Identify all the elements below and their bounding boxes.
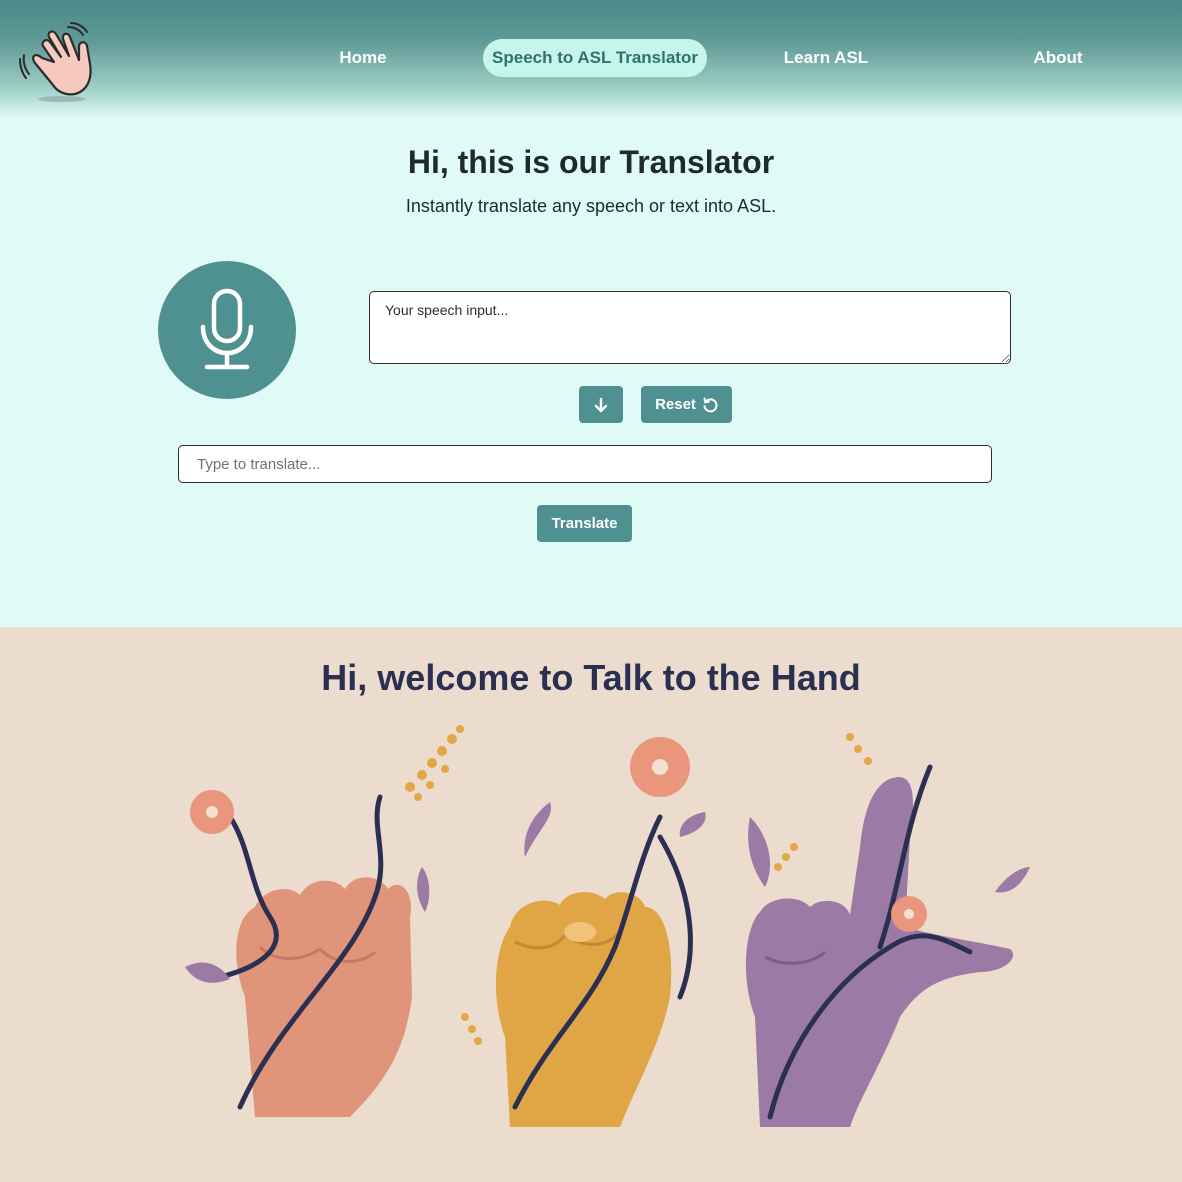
waving-hand-icon[interactable]: [16, 22, 98, 104]
gold-fist-illustration: [461, 737, 706, 1127]
peach-hand-illustration: [185, 725, 464, 1117]
welcome-title: Hi, welcome to Talk to the Hand: [321, 657, 861, 698]
speech-input[interactable]: [369, 291, 1011, 364]
page-subtitle: Instantly translate any speech or text i…: [405, 196, 777, 216]
type-to-translate-input[interactable]: [178, 445, 992, 483]
arrow-down-icon: [594, 397, 608, 412]
reset-button[interactable]: Reset: [641, 386, 732, 423]
navbar: Home Speech to ASL Translator Learn ASL …: [0, 0, 1182, 118]
hands-illustration: [185, 725, 1030, 1127]
reset-button-label: Reset: [655, 396, 696, 413]
translate-button[interactable]: Translate: [537, 505, 632, 542]
microphone-button[interactable]: [158, 261, 296, 399]
arrow-down-button[interactable]: [579, 386, 623, 423]
nav-home[interactable]: Home: [318, 39, 408, 77]
welcome-section: Hi, welcome to Talk to the Hand: [0, 627, 1182, 1182]
microphone-icon: [200, 288, 254, 370]
nav-speech-to-asl[interactable]: Speech to ASL Translator: [483, 39, 707, 77]
reset-rotate-icon: [703, 397, 718, 412]
nav-about[interactable]: About: [1010, 39, 1106, 77]
page-title: Hi, this is our Translator: [407, 144, 775, 180]
nav-learn-asl[interactable]: Learn ASL: [770, 39, 882, 77]
purple-hand-illustration: [745, 733, 1030, 1127]
